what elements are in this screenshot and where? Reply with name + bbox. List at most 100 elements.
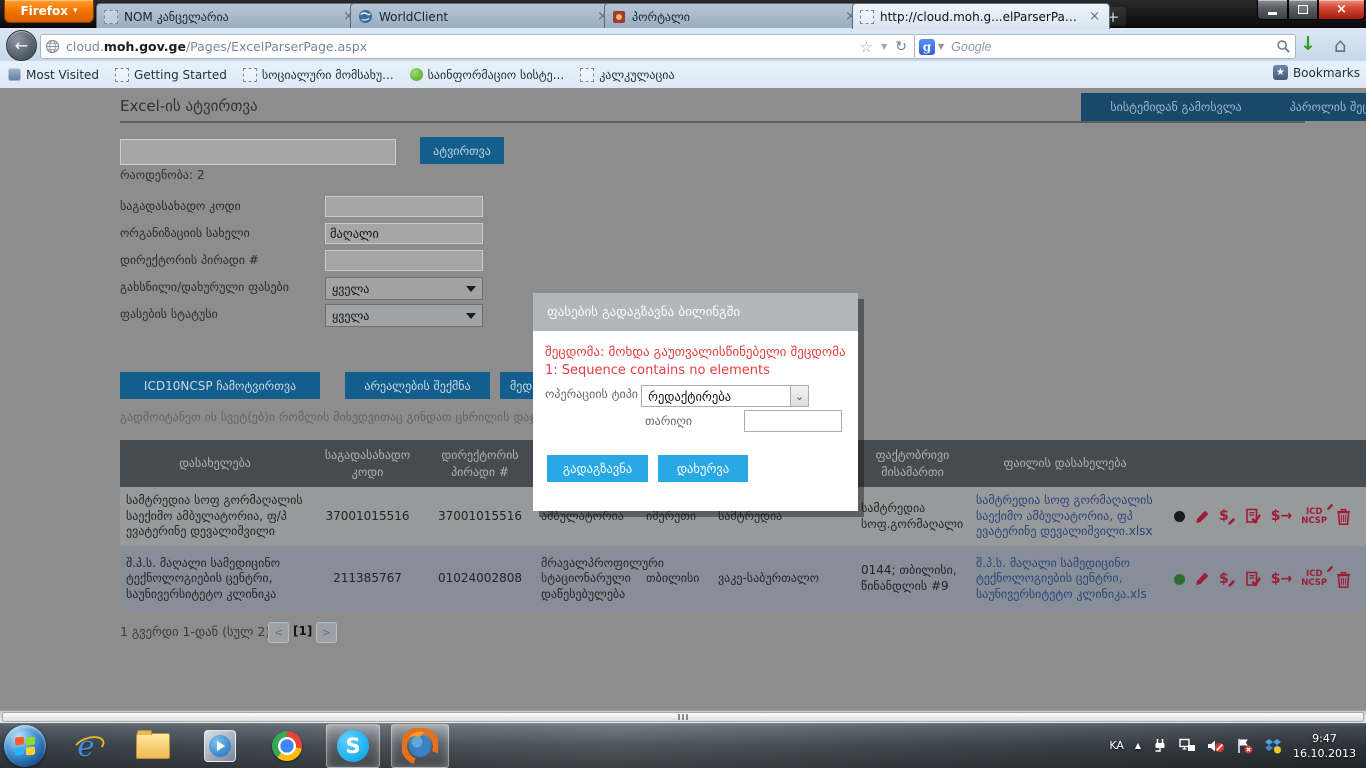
bookmark-star-icon[interactable]: ☆ [856, 38, 877, 56]
select-value: ყველა [332, 282, 369, 296]
status-dot [1174, 511, 1185, 522]
dropbox-notification-icon[interactable] [1264, 738, 1282, 754]
search-input[interactable] [949, 39, 1276, 55]
search-bar[interactable]: g ▼ [914, 34, 1296, 59]
taskbar-media-player[interactable] [194, 725, 246, 767]
start-button[interactable] [4, 725, 46, 767]
operation-type-label: ოპერაციის ტიპი [545, 385, 641, 407]
tax-code-input[interactable] [325, 196, 483, 217]
chevron-down-icon[interactable]: ⌄ [790, 386, 808, 406]
prices-status-select[interactable]: ყველა [325, 304, 483, 327]
firefox-menu-button[interactable]: Firefox ▾ [4, 0, 94, 23]
group-hint-text: გადმოიტანეთ ის სვეტ(ებ)ი რომლის მიხედვით… [120, 410, 576, 424]
header-file-name[interactable]: ფაილის დასახელება [970, 440, 1160, 487]
taskbar-chrome[interactable] [261, 725, 313, 767]
send-prices-icon[interactable]: $→ [1271, 570, 1292, 588]
next-page-button[interactable]: > [316, 622, 337, 643]
search-icon[interactable] [1276, 39, 1291, 54]
edit-prices-icon[interactable]: $ [1219, 507, 1236, 525]
file-link[interactable]: სამტრედია სოფ გორმაღალის საექიმო ამბულატ… [970, 487, 1160, 546]
icd10ncsp-download-button[interactable]: ICD10NCSP ჩამოტვირთვა [120, 372, 320, 399]
file-link[interactable]: შ.პ.ს. მაღალი სამედიცინო ტექნოლოგიების ც… [970, 546, 1160, 612]
firefox-menu-label: Firefox [20, 4, 68, 18]
reload-icon[interactable]: ↻ [891, 39, 911, 55]
date-input[interactable] [744, 410, 842, 432]
tab-close-icon[interactable]: × [1087, 10, 1102, 23]
taskbar-internet-explorer[interactable]: e [60, 725, 112, 767]
operation-type-select[interactable]: რედაქტირება ⌄ [641, 385, 809, 407]
cell-tax-code: 37001015516 [310, 487, 425, 546]
prev-page-button[interactable]: < [268, 622, 289, 643]
power-plug-icon[interactable] [1152, 738, 1168, 754]
send-button[interactable]: გადაგზავნა [547, 455, 648, 482]
network-icon[interactable] [1179, 738, 1196, 753]
clock[interactable]: 9:47 16.10.2013 [1293, 731, 1356, 761]
file-upload-input[interactable] [120, 139, 396, 165]
url-text[interactable]: cloud.moh.gov.ge/Pages/ExcelParserPage.a… [66, 39, 856, 54]
bookmark-getting-started[interactable]: Getting Started [107, 65, 235, 85]
url-bar[interactable]: cloud.moh.gov.ge/Pages/ExcelParserPage.a… [40, 34, 916, 59]
placeholder-favicon [580, 68, 594, 82]
action-center-flag-icon[interactable] [1236, 738, 1253, 754]
minimize-icon [1268, 12, 1277, 15]
close-window-button[interactable]: × [1318, 0, 1365, 20]
bookmark-calculation[interactable]: კალკულაცია [572, 65, 682, 85]
system-tray: KA ▲ 9:47 16.10.2013 [1109, 731, 1366, 761]
tray-expand-icon[interactable]: ▲ [1135, 741, 1141, 750]
minimize-button[interactable] [1257, 0, 1288, 20]
send-prices-icon[interactable]: $→ [1271, 507, 1292, 525]
windows-logo-icon [15, 736, 24, 745]
create-areas-button[interactable]: არეალების შექმნა [345, 372, 490, 399]
header-address[interactable]: ფაქტობრივი მისამართი [855, 440, 970, 487]
delete-trash-icon[interactable] [1336, 508, 1351, 525]
home-icon[interactable]: ⌂ [1334, 33, 1347, 57]
cell-district: ვაკე-საბურთალო [712, 546, 855, 612]
dialog-close-button[interactable]: დახურვა [658, 455, 748, 482]
language-indicator[interactable]: KA [1109, 739, 1124, 752]
open-closed-prices-select[interactable]: ყველა [325, 277, 483, 300]
header-tax-code[interactable]: საგადასახადო კოდი [310, 440, 425, 487]
search-engine-dropdown-icon[interactable]: ▼ [938, 42, 944, 51]
document-check-icon[interactable] [1245, 508, 1262, 525]
taskbar-firefox[interactable] [391, 724, 449, 768]
tab-portal[interactable]: პორტალი × [604, 3, 866, 29]
document-check-icon[interactable] [1245, 571, 1262, 588]
current-page[interactable]: [1] [293, 624, 312, 638]
back-button[interactable]: ← [6, 30, 37, 61]
restore-button[interactable] [1288, 0, 1318, 20]
bookmark-most-visited[interactable]: Most Visited [0, 65, 107, 85]
bookmark-social-service[interactable]: სოციალური მომსახუ... [235, 65, 402, 85]
table-row[interactable]: შ.პ.ს. მაღალი სამედიცინო ტექნოლოგიების ც… [120, 546, 1366, 612]
header-name[interactable]: დასახელება [120, 440, 310, 487]
edit-pencil-icon[interactable] [1194, 571, 1210, 587]
scrollbar-grip [686, 714, 688, 720]
taskbar-file-explorer[interactable] [127, 725, 179, 767]
tab-title: http://cloud.moh.g...elParserPage.aspx [880, 10, 1081, 24]
tray-time: 9:47 [1293, 731, 1356, 746]
tab-excel-parser-active[interactable]: http://cloud.moh.g...elParserPage.aspx × [852, 3, 1110, 29]
taskbar-skype[interactable]: S [326, 724, 380, 768]
downloads-icon[interactable]: ↓ [1300, 33, 1316, 55]
bookmarks-menu-button[interactable]: ★ Bookmarks [1273, 65, 1360, 80]
icd-ncsp-edit-icon[interactable]: ICDNCSP [1301, 508, 1327, 526]
most-visited-icon [8, 68, 21, 81]
cell-address: სამტრედია სოფ.გორმაღალი [855, 487, 970, 546]
chevron-down-icon [466, 313, 476, 319]
icd-ncsp-edit-icon[interactable]: ICDNCSP [1301, 570, 1327, 588]
delete-trash-icon[interactable] [1336, 571, 1351, 588]
header-director-id[interactable]: დირექტორის პირადი # [425, 440, 535, 487]
change-password-button[interactable]: პაროლის შეცვლა [1253, 93, 1366, 121]
edit-pencil-icon[interactable] [1194, 509, 1210, 525]
upload-button[interactable]: ატვირთვა [420, 137, 504, 164]
operation-type-value: რედაქტირება [648, 389, 731, 404]
director-id-input[interactable] [325, 250, 483, 271]
url-dropdown-icon[interactable]: ▼ [877, 42, 891, 51]
tab-nom[interactable]: NOM კანცელარია × [96, 3, 364, 29]
bookmark-info-system[interactable]: საინფორმაციო სისტე... [402, 65, 573, 85]
edit-prices-icon[interactable]: $ [1219, 570, 1236, 588]
tab-title: WorldClient [379, 10, 589, 24]
tab-worldclient[interactable]: WorldClient × [350, 3, 618, 29]
logout-button[interactable]: სისტემიდან გამოსვლა [1081, 93, 1271, 121]
volume-muted-icon[interactable] [1207, 738, 1225, 754]
org-name-input[interactable] [325, 223, 483, 244]
